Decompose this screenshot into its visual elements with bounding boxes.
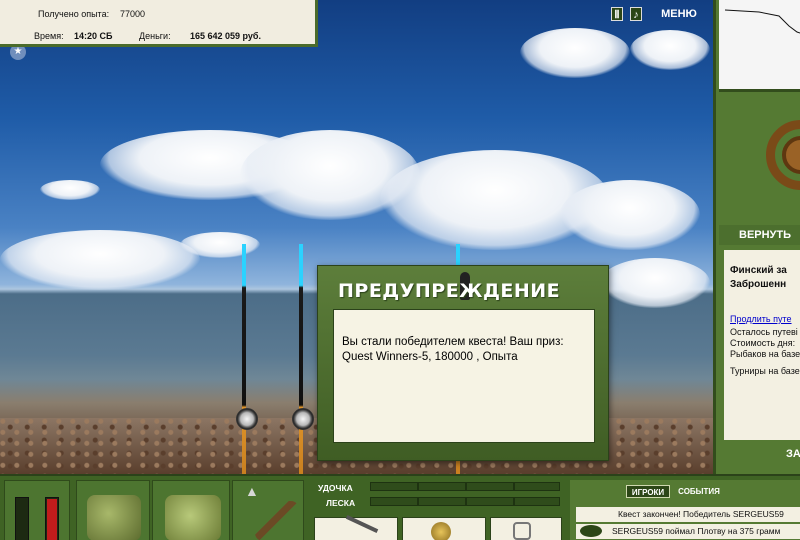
rod-slot[interactable] xyxy=(314,515,398,540)
sound-icon[interactable]: ♪ xyxy=(630,7,642,21)
bag-icon xyxy=(165,495,221,540)
location-name-2: Заброшенн xyxy=(730,279,787,290)
pause-icon[interactable]: Ⅱ xyxy=(611,7,623,21)
landing-net-icon xyxy=(255,501,299,540)
time-label: Время: xyxy=(34,31,64,41)
hook-box-icon xyxy=(513,522,531,540)
tab-events[interactable]: СОБЫТИЯ xyxy=(674,485,724,498)
exp-value: 77000 xyxy=(120,9,146,19)
reel-slot[interactable] xyxy=(402,517,486,540)
warning-dialog[interactable]: ПРЕДУПРЕЖДЕНИЕ Вы стали победителем квес… xyxy=(317,265,609,461)
meter-left xyxy=(15,497,29,540)
player-info-panel: Получено опыта: 77000 Время: 14:20 СБ Де… xyxy=(0,0,318,47)
chat-panel: ИГРОКИ СОБЫТИЯ Квест закончен! Победител… xyxy=(570,480,800,540)
meters-slot xyxy=(4,480,70,540)
dialog-message-line1: Вы стали победителем квеста! Ваш приз: xyxy=(342,336,564,348)
backpack-slot[interactable] xyxy=(76,480,150,540)
chat-line-2: SERGEUS59 поймал Плотву на 375 грамм xyxy=(576,524,800,539)
right-bottom-button[interactable]: ЗА xyxy=(786,448,800,460)
reel-icon xyxy=(431,522,451,540)
net-slot[interactable]: ▲ xyxy=(232,480,304,540)
day-cost-label: Стоимость дня: xyxy=(730,338,796,348)
dialog-message-line2: Quest Winners-5, 180000 , Опыта xyxy=(342,351,518,363)
location-info: Финский за Заброшенн Продлить путе Остал… xyxy=(724,250,800,440)
reel-icon xyxy=(236,408,258,430)
right-panel: ВЕРНУТЬ Финский за Заброшенн Продлить пу… xyxy=(713,0,800,474)
dialog-message: Вы стали победителем квеста! Ваш приз: Q… xyxy=(333,309,595,443)
remaining-label: Осталось путеві xyxy=(730,327,798,337)
rod-bar xyxy=(370,482,560,491)
bag-slot[interactable] xyxy=(152,480,230,540)
tournaments-label: Турниры на базе xyxy=(730,366,800,376)
fishers-label: Рыбаков на базе xyxy=(730,349,800,359)
tab-players[interactable]: ИГРОКИ xyxy=(626,485,670,498)
meter-right xyxy=(45,497,59,540)
extend-trip-link[interactable]: Продлить путе xyxy=(730,314,800,324)
exp-label: Получено опыта: xyxy=(38,9,110,19)
backpack-icon xyxy=(87,495,141,540)
time-value: 14:20 СБ xyxy=(74,31,113,41)
menu-button[interactable]: МЕНЮ xyxy=(656,7,702,21)
reel-icon xyxy=(292,408,314,430)
fish-icon xyxy=(580,525,602,537)
line-label: ЛЕСКА xyxy=(326,498,356,508)
cursor-icon: ▲ xyxy=(245,483,259,499)
hook-slot[interactable] xyxy=(490,517,562,540)
location-name-1: Финский за xyxy=(730,265,787,276)
rod-icon xyxy=(345,515,379,533)
depth-graph xyxy=(719,0,800,92)
money-label: Деньги: xyxy=(139,31,171,41)
depth-curve xyxy=(724,9,800,34)
return-button[interactable]: ВЕРНУТЬ xyxy=(719,225,800,245)
fishing-rod-1[interactable] xyxy=(242,244,246,474)
bottom-toolbar: ▲ УДОЧКА ЛЕСКА ИГРОКИ СОБЫТИЯ Квест зако… xyxy=(0,474,800,540)
money-value: 165 642 059 руб. xyxy=(190,31,261,41)
chat-line-1: Квест закончен! Победитель SERGEUS59 xyxy=(576,507,800,522)
rod-label: УДОЧКА xyxy=(318,483,353,493)
fishing-rod-2[interactable] xyxy=(299,244,303,474)
line-bar xyxy=(370,497,560,506)
dialog-title: ПРЕДУПРЕЖДЕНИЕ xyxy=(338,280,561,302)
